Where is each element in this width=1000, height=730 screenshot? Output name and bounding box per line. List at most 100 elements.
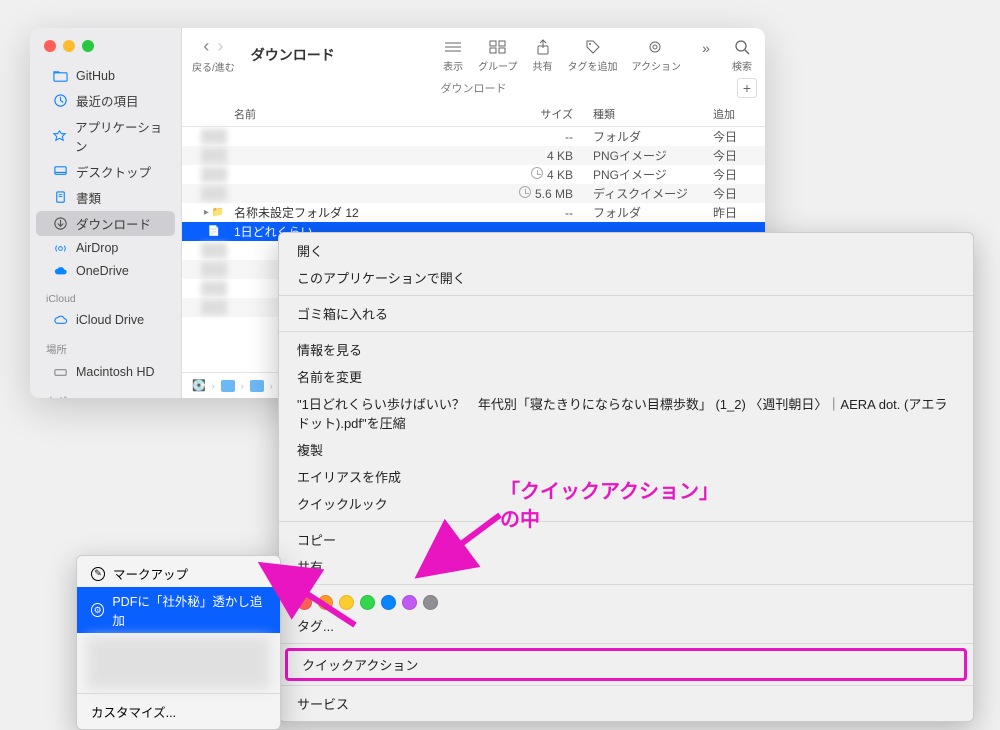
close-button[interactable] <box>44 40 56 52</box>
tag-color-dot[interactable] <box>402 595 417 610</box>
tag-color-dot[interactable] <box>360 595 375 610</box>
zoom-button[interactable] <box>82 40 94 52</box>
sidebar-item-recent[interactable]: 最近の項目 <box>36 88 175 113</box>
list-icon <box>442 38 464 56</box>
desktop-icon <box>52 164 68 180</box>
sidebar-item-apps[interactable]: アプリケーション <box>36 114 175 158</box>
nav-label: 戻る/進む <box>192 59 235 74</box>
ctx-share[interactable]: 共有 <box>279 553 973 580</box>
file-row[interactable]: 4 KBPNGイメージ今日 <box>182 165 765 184</box>
toolbar: ‹ › 戻る/進む ダウンロード 表示 グループ 共有 タグを追加 アクション »… <box>182 28 765 78</box>
ctx-services[interactable]: サービス <box>279 690 973 717</box>
sidebar-item-downloads[interactable]: ダウンロード <box>36 211 175 236</box>
share-button[interactable]: 共有 <box>532 38 554 73</box>
pending-icon <box>519 186 531 198</box>
forward-icon[interactable]: › <box>217 36 223 57</box>
separator <box>279 584 973 585</box>
automator-icon: ⚙ <box>91 603 104 617</box>
sidebar-label: AirDrop <box>76 241 118 255</box>
group-button[interactable]: グループ <box>478 38 517 73</box>
ctx-quick-actions[interactable]: クイックアクション <box>285 648 967 681</box>
file-row[interactable]: 4 KBPNGイメージ今日 <box>182 146 765 165</box>
tab-bar: ダウンロード + <box>182 78 765 102</box>
sidebar-label: 書類 <box>76 188 101 207</box>
tab-title[interactable]: ダウンロード <box>441 83 507 95</box>
ctx-open[interactable]: 開く <box>279 237 973 264</box>
sidebar-label: 最近の項目 <box>76 91 139 110</box>
ctx-tag-colors[interactable] <box>279 589 973 612</box>
share-icon <box>532 38 554 56</box>
annotation-text: 「クイックアクション」 の中 <box>500 478 719 534</box>
tag-color-dot[interactable] <box>423 595 438 610</box>
more-button[interactable]: » <box>695 39 717 71</box>
sidebar-label: OneDrive <box>76 264 129 278</box>
file-row[interactable]: 5.6 MBディスクイメージ今日 <box>182 184 765 203</box>
sidebar-item-onedrive[interactable]: OneDrive <box>36 260 175 282</box>
quick-actions-submenu: ✎マークアップ ⚙PDFに「社外秘」透かし追加 カスタマイズ... <box>76 555 281 730</box>
annotation-arrow <box>290 580 360 635</box>
nav-buttons[interactable]: ‹ › 戻る/進む <box>192 36 235 74</box>
separator <box>279 295 973 296</box>
ctx-compress[interactable]: "1日どれくらい歩けばいい？ 年代別「寝たきりにならない目標歩数」 (1_2) … <box>279 390 973 436</box>
submenu-markup[interactable]: ✎マークアップ <box>77 560 280 587</box>
sidebar-item-macintosh-hd[interactable]: Macintosh HD <box>36 361 175 383</box>
documents-icon <box>52 190 68 206</box>
download-icon <box>52 216 68 232</box>
add-tab-button[interactable]: + <box>737 78 757 98</box>
ctx-tags[interactable]: タグ... <box>279 612 973 639</box>
airdrop-icon <box>52 240 68 256</box>
sidebar-item-desktop[interactable]: デスクトップ <box>36 159 175 184</box>
sidebar-item-documents[interactable]: 書類 <box>36 185 175 210</box>
blurred-items <box>87 637 270 689</box>
folder-icon <box>52 68 68 84</box>
separator <box>279 643 973 644</box>
sidebar-section-icloud: iCloud <box>30 283 181 308</box>
annotation-arrow <box>445 510 505 565</box>
sidebar-item-github[interactable]: GitHub <box>36 65 175 87</box>
ctx-info[interactable]: 情報を見る <box>279 336 973 363</box>
sidebar-item-icloud-drive[interactable]: iCloud Drive <box>36 309 175 331</box>
file-row[interactable]: ▸ 📁名称未設定フォルダ 12--フォルダ昨日 <box>182 203 765 222</box>
window-title: ダウンロード <box>251 45 335 65</box>
tags-button[interactable]: タグを追加 <box>568 38 618 73</box>
disk-icon: 💽 <box>192 379 206 392</box>
folder-icon <box>250 380 264 392</box>
view-button[interactable]: 表示 <box>442 38 464 73</box>
sidebar-item-airdrop[interactable]: AirDrop <box>36 237 175 259</box>
cloud-icon <box>52 312 68 328</box>
column-headers[interactable]: 名前 サイズ 種類 追加 <box>182 102 765 127</box>
chevron-right-icon: » <box>695 39 717 57</box>
back-icon[interactable]: ‹ <box>203 36 209 57</box>
sidebar-label: iCloud Drive <box>76 313 144 327</box>
tag-color-dot[interactable] <box>381 595 396 610</box>
col-kind[interactable]: 種類 <box>593 106 713 122</box>
cloud-icon <box>52 263 68 279</box>
grid-icon <box>487 38 509 56</box>
col-size[interactable]: サイズ <box>513 106 593 122</box>
ctx-open-with[interactable]: このアプリケーションで開く <box>279 264 973 291</box>
tag-icon <box>582 38 604 56</box>
separator <box>279 685 973 686</box>
ctx-rename[interactable]: 名前を変更 <box>279 363 973 390</box>
minimize-button[interactable] <box>63 40 75 52</box>
search-icon <box>731 38 753 56</box>
col-name[interactable]: 名前 <box>194 106 513 122</box>
search-button[interactable]: 検索 <box>731 38 753 73</box>
sidebar-label: GitHub <box>76 69 115 83</box>
file-row[interactable]: --フォルダ今日 <box>182 127 765 146</box>
ctx-duplicate[interactable]: 複製 <box>279 436 973 463</box>
sidebar-label: アプリケーション <box>75 117 165 155</box>
clock-icon <box>52 93 68 109</box>
gear-icon <box>645 38 667 56</box>
sidebar-section-tags: タグ <box>30 384 181 398</box>
col-date[interactable]: 追加 <box>713 106 753 122</box>
ctx-trash[interactable]: ゴミ箱に入れる <box>279 300 973 327</box>
submenu-customize[interactable]: カスタマイズ... <box>77 698 280 725</box>
window-controls[interactable] <box>30 38 181 64</box>
disk-icon <box>52 364 68 380</box>
apps-icon <box>52 128 67 144</box>
sidebar-label: ダウンロード <box>76 214 151 233</box>
action-button[interactable]: アクション <box>632 38 682 73</box>
pending-icon <box>531 167 543 179</box>
submenu-watermark[interactable]: ⚙PDFに「社外秘」透かし追加 <box>77 587 280 633</box>
